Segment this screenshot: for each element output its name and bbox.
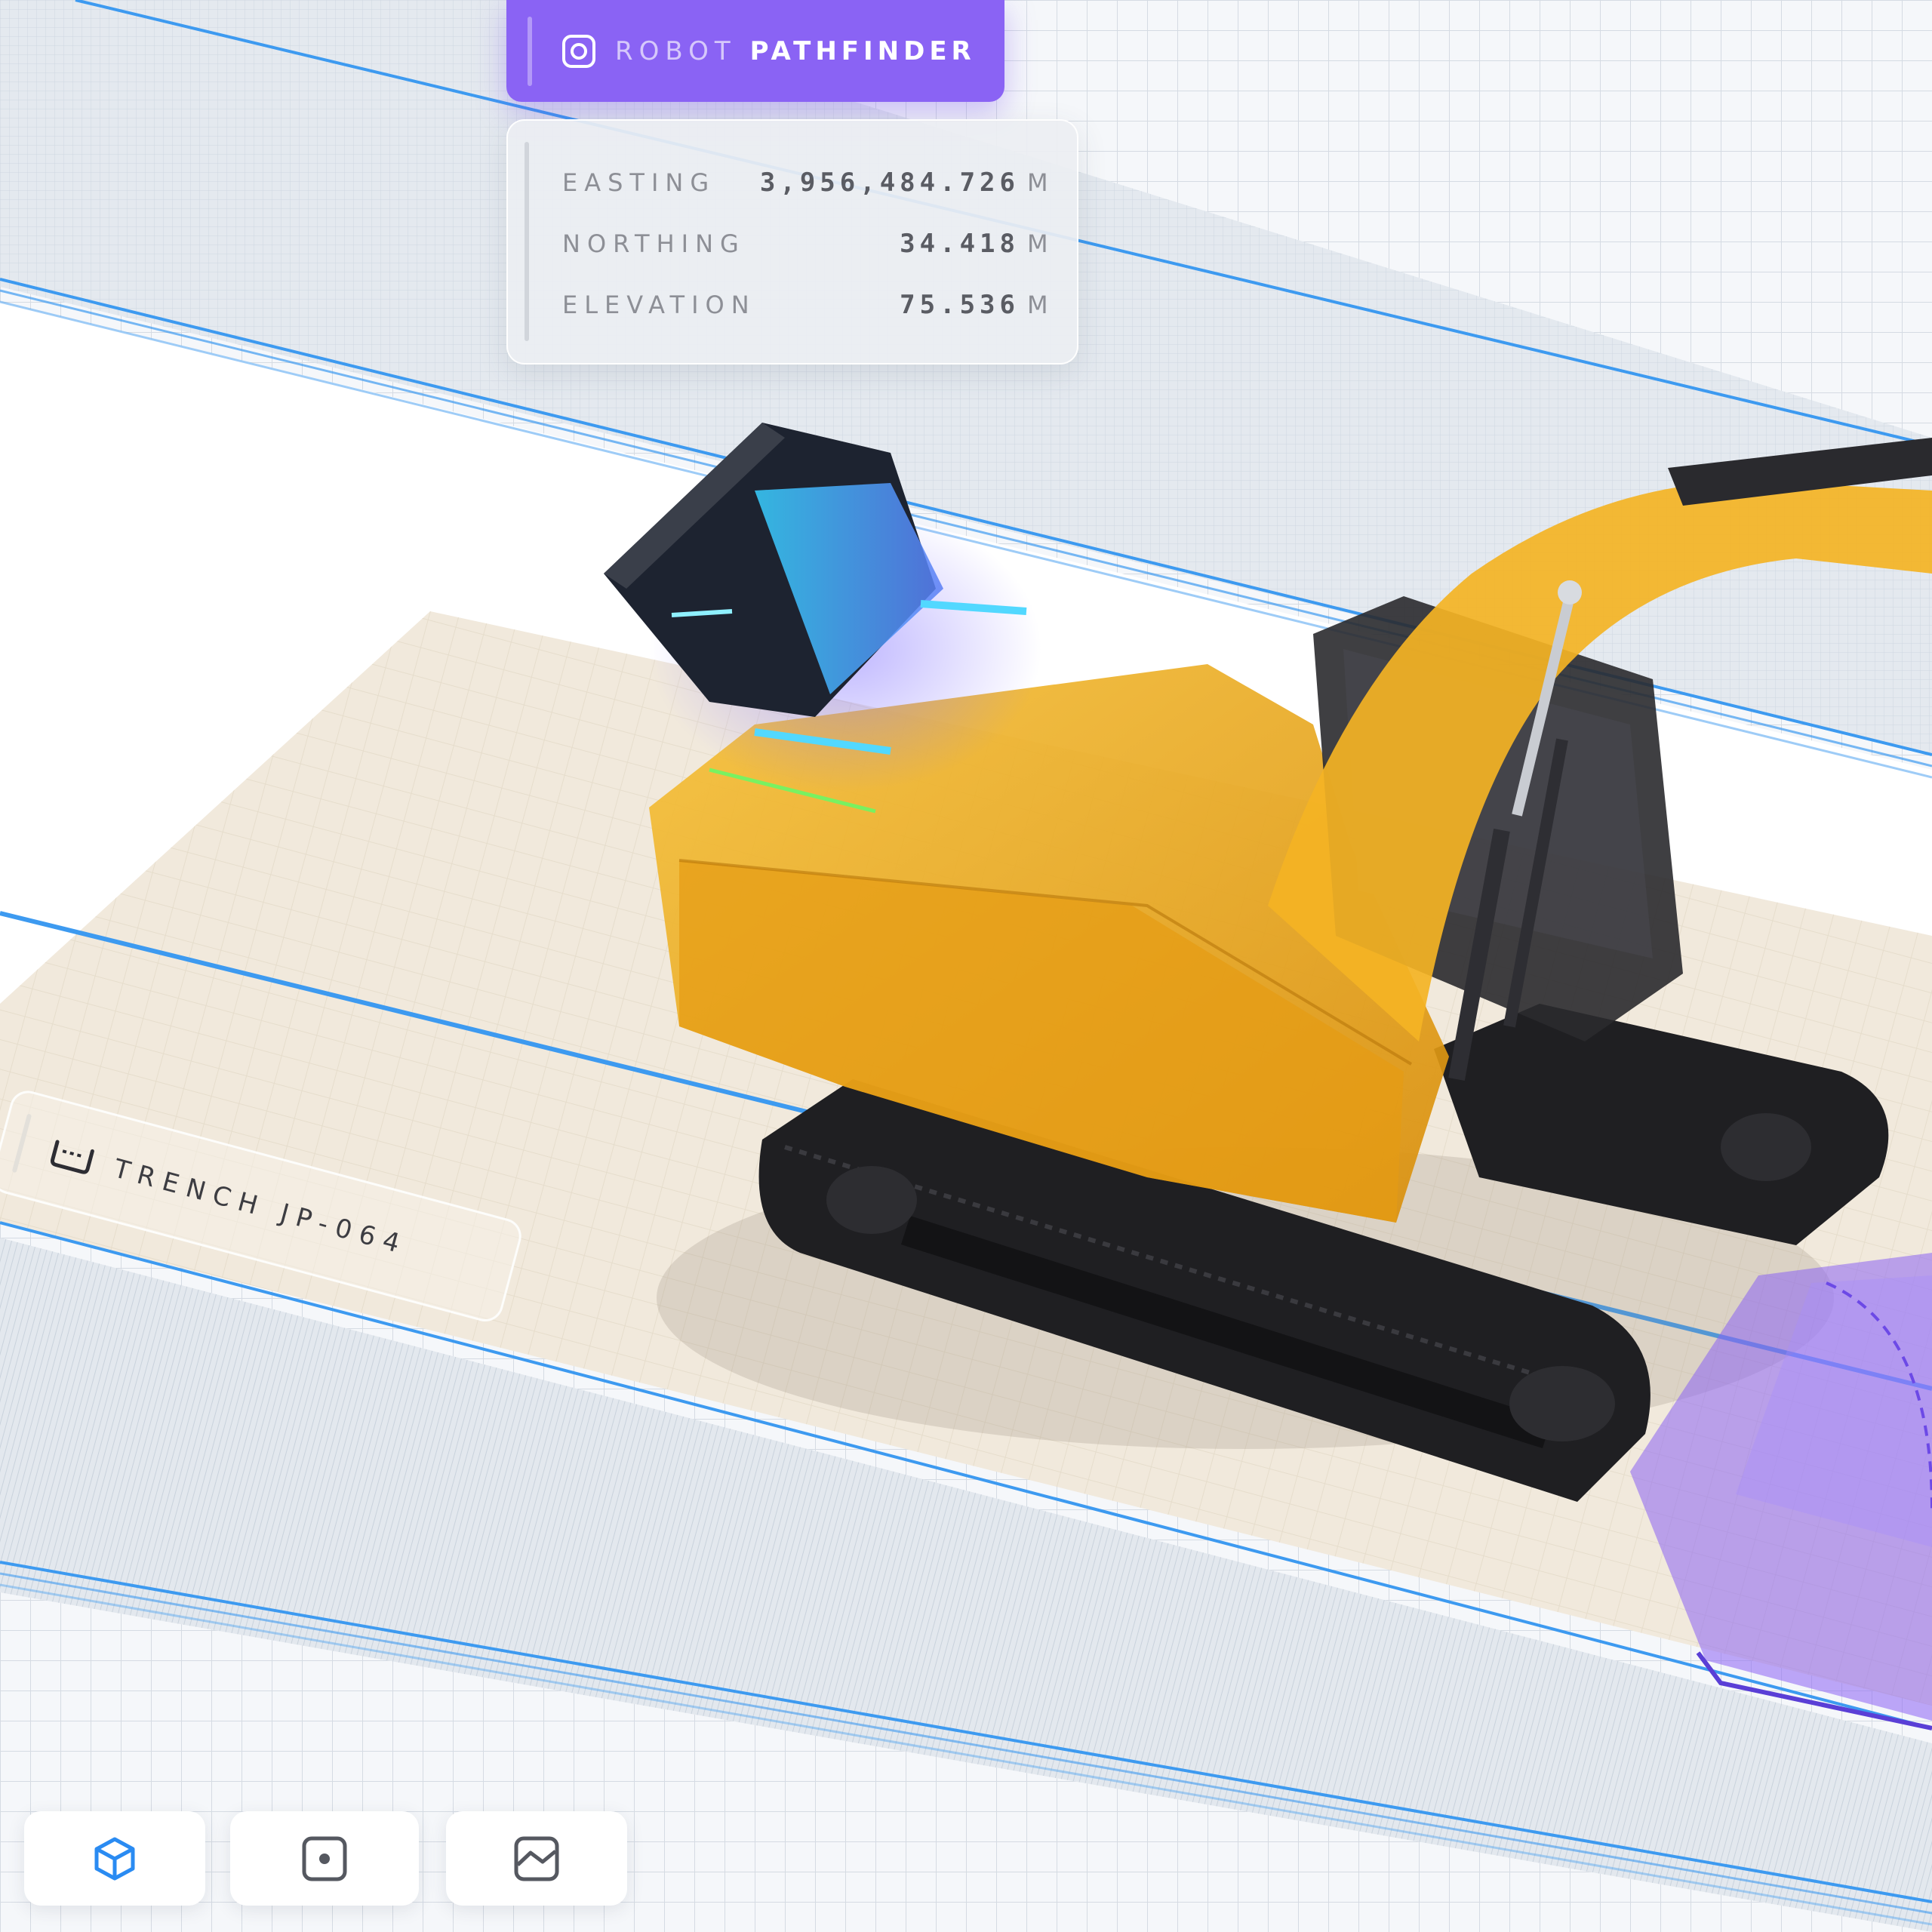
cube-view-icon <box>94 1837 135 1880</box>
northing-unit: M <box>1027 229 1048 258</box>
view-terrain-button[interactable] <box>446 1811 627 1906</box>
header-prefix: ROBOT <box>615 35 737 66</box>
easting-value: 3,956,484.726 <box>759 168 1020 198</box>
robot-pathfinder-header[interactable]: ROBOT PATHFINDER <box>506 0 1004 102</box>
trench-icon <box>50 1140 94 1174</box>
view-3d-button[interactable] <box>24 1811 205 1906</box>
elevation-value: 75.536 <box>900 290 1020 320</box>
easting-unit: M <box>1027 168 1048 197</box>
northing-label: NORTHING <box>562 229 746 258</box>
elevation-label: ELEVATION <box>562 291 756 319</box>
view-point-button[interactable] <box>230 1811 419 1906</box>
terrain-view-icon <box>514 1836 559 1881</box>
easting-label: EASTING <box>562 168 716 197</box>
elevation-row: ELEVATION 75.536 M <box>562 286 1048 324</box>
header-accent-bar <box>528 16 532 86</box>
header-title: PATHFINDER <box>749 35 976 66</box>
trench-accent-bar <box>11 1113 32 1174</box>
point-view-icon <box>302 1836 347 1881</box>
elevation-unit: M <box>1027 291 1048 319</box>
northing-row: NORTHING 34.418 M <box>562 225 1048 263</box>
panel-accent-bar <box>525 142 529 341</box>
easting-row: EASTING 3,956,484.726 M <box>562 164 1048 202</box>
gear-icon <box>562 34 595 68</box>
coordinates-panel: EASTING 3,956,484.726 M NORTHING 34.418 … <box>506 119 1078 365</box>
northing-value: 34.418 <box>900 229 1020 259</box>
